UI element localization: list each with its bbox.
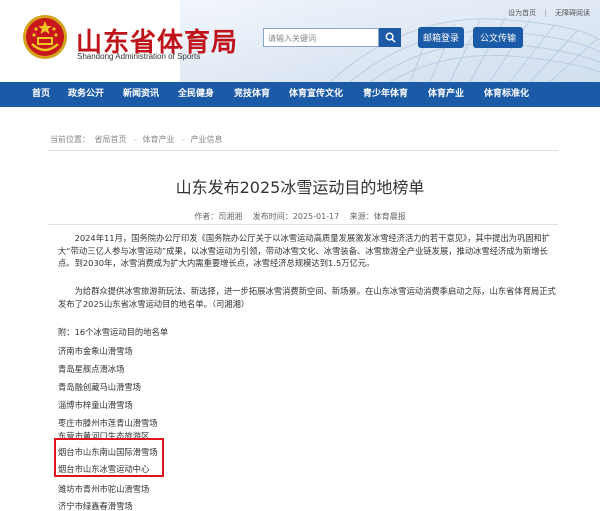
nav-item-youth[interactable]: 青少年体育 xyxy=(363,82,408,107)
breadcrumb-industry[interactable]: 体育产业 xyxy=(143,135,175,144)
nav-item-culture[interactable]: 体育宣传文化 xyxy=(289,82,343,107)
article-paragraph-2: 为给群众提供冰雪旅游新玩法、新选择，进一步拓展冰雪消费新空间、新场景。在山东冰雪… xyxy=(58,286,556,309)
list-item: 潍坊市青州市驼山滑雪场 xyxy=(58,484,150,494)
breadcrumb: 当前位置： 省局首页 - 体育产业 - 产业信息 xyxy=(50,134,225,145)
list-item: 青岛融创藏马山滑雪场 xyxy=(58,382,141,392)
mail-login-button[interactable]: 邮箱登录 xyxy=(418,27,464,48)
nav-item-fitness[interactable]: 全民健身 xyxy=(178,82,214,107)
breadcrumb-divider xyxy=(48,150,558,151)
set-homepage-link[interactable]: 设为首页 xyxy=(508,9,536,17)
highlight-box xyxy=(54,438,164,477)
article-meta: 作者：司湘湘 发布时间：2025-01-17 来源：体育晨报 xyxy=(0,211,600,222)
list-item: 淄博市梓童山滑雪场 xyxy=(58,400,133,410)
article-paragraph-1: 2024年11月，国务院办公厅印发《国务院办公厅关于以冰雪运动高质量发展激发冰雪… xyxy=(58,233,551,269)
list-title: 附：16个冰雪运动目的地名单 xyxy=(58,327,169,337)
search-icon xyxy=(385,32,396,43)
list-item: 济南市金象山滑雪场 xyxy=(58,346,133,356)
article-author: 作者：司湘湘 xyxy=(194,212,243,221)
nav-item-competitive[interactable]: 竞技体育 xyxy=(234,82,270,107)
top-links-separator: | xyxy=(544,9,547,17)
meta-divider xyxy=(48,224,558,225)
document-transfer-button[interactable]: 公文传输 xyxy=(473,27,523,48)
site-header: 设为首页 | 无障碍阅读 山东省体育局 Shandong Administrat… xyxy=(0,0,600,82)
main-nav: 首页 政务公开 新闻资讯 全民健身 竞技体育 体育宣传文化 青少年体育 体育产业… xyxy=(0,82,600,107)
list-item: 青岛星舰点滑冰场 xyxy=(58,364,125,374)
top-links: 设为首页 | 无障碍阅读 xyxy=(502,8,590,18)
article-title: 山东发布2025冰雪运动目的地榜单 xyxy=(175,178,425,197)
accessible-reading-link[interactable]: 无障碍阅读 xyxy=(555,9,590,17)
national-emblem-icon[interactable] xyxy=(22,14,68,60)
list-item: 枣庄市滕州市莲青山滑雪场 xyxy=(58,418,158,428)
nav-item-home[interactable]: 首页 xyxy=(32,82,50,107)
search-input[interactable]: 请输入关键词 xyxy=(263,28,379,47)
breadcrumb-industry-info[interactable]: 产业信息 xyxy=(191,135,223,144)
site-subtitle: Shandong Administration of Sports xyxy=(77,52,201,61)
breadcrumb-separator: - xyxy=(134,135,137,144)
article-source: 来源：体育晨报 xyxy=(349,212,406,221)
nav-item-news[interactable]: 新闻资讯 xyxy=(123,82,159,107)
breadcrumb-label: 当前位置： xyxy=(50,135,90,144)
nav-item-standards[interactable]: 体育标准化 xyxy=(484,82,529,107)
article-date: 发布时间：2025-01-17 xyxy=(252,212,340,221)
breadcrumb-separator: - xyxy=(182,135,185,144)
search-button[interactable] xyxy=(379,28,401,47)
list-item: 济宁市绿鑫春滑雪场 xyxy=(58,501,133,511)
nav-item-gov-affairs[interactable]: 政务公开 xyxy=(68,82,104,107)
nav-item-industry[interactable]: 体育产业 xyxy=(428,82,464,107)
breadcrumb-home[interactable]: 省局首页 xyxy=(95,135,127,144)
